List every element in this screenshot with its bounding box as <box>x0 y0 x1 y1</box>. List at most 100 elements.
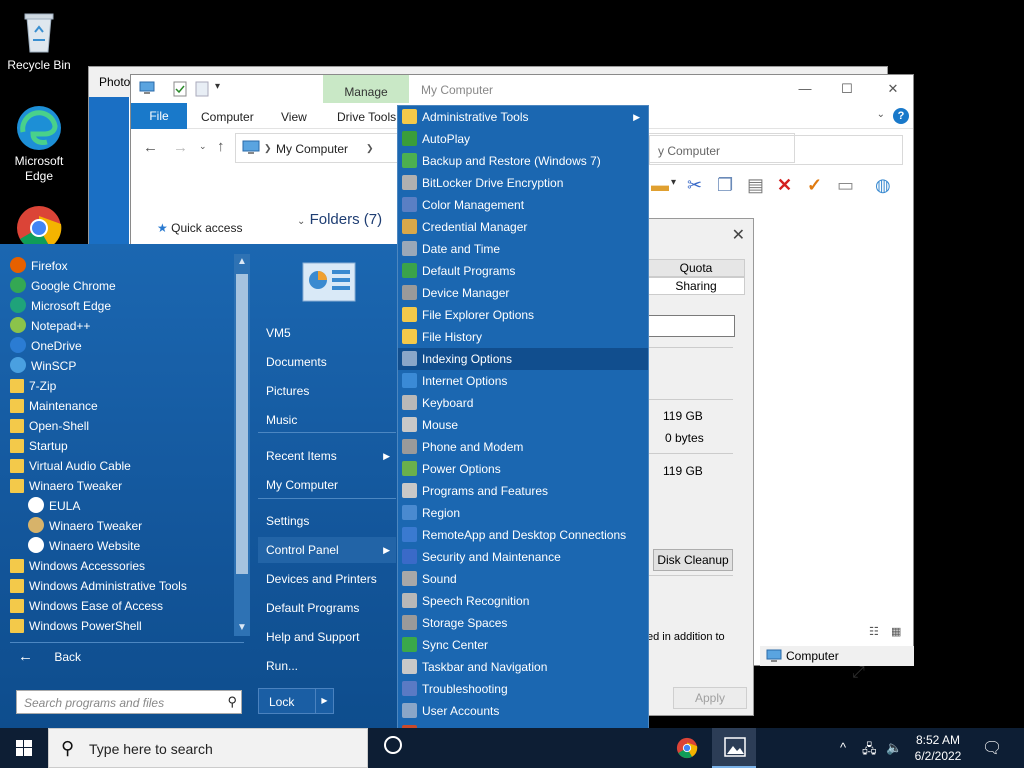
taskbar-search-box[interactable]: ⚲ Type here to search <box>48 728 368 768</box>
dropdown-icon[interactable]: ▾ <box>671 177 676 188</box>
program-item[interactable]: Google Chrome <box>10 276 116 296</box>
resize-icon[interactable]: ⤢ <box>852 664 865 682</box>
minimize-button[interactable]: — <box>795 81 815 97</box>
program-item[interactable]: Microsoft Edge <box>10 296 111 316</box>
desktop-icon-recycle-bin[interactable]: Recycle Bin <box>0 8 78 73</box>
up-arrow-icon[interactable]: ↑ <box>217 138 225 155</box>
start-right-item-music[interactable]: Music <box>258 407 396 433</box>
program-item[interactable]: Windows Ease of Access <box>10 596 163 616</box>
notifications-icon[interactable]: 🗨 <box>982 738 1002 758</box>
program-item[interactable]: Windows Accessories <box>10 556 145 576</box>
program-item[interactable]: Maintenance <box>10 396 98 416</box>
program-item[interactable]: Windows PowerShell <box>10 616 142 636</box>
help-icon[interactable]: ? <box>893 108 909 124</box>
program-list-scrollbar[interactable]: ▲ ▼ <box>234 254 250 636</box>
program-item[interactable]: Winaero Tweaker <box>10 476 122 496</box>
program-item[interactable]: Winaero Website <box>28 536 140 556</box>
tab-quota[interactable]: Quota <box>647 259 745 277</box>
control-panel-item[interactable]: User Accounts <box>398 700 648 722</box>
checkmark-icon[interactable]: ✓ <box>807 175 822 196</box>
control-panel-item[interactable]: Internet Options <box>398 370 648 392</box>
scroll-down-icon[interactable]: ▼ <box>234 620 250 636</box>
control-panel-item[interactable]: Credential Manager <box>398 216 648 238</box>
large-icons-view-icon[interactable]: ▦ <box>891 625 901 638</box>
control-panel-item[interactable]: Region <box>398 502 648 524</box>
program-item[interactable]: WinSCP <box>10 356 76 376</box>
control-panel-item[interactable]: Default Programs <box>398 260 648 282</box>
control-panel-item[interactable]: Keyboard <box>398 392 648 414</box>
tab-file[interactable]: File <box>131 103 187 129</box>
control-panel-item[interactable]: Color Management <box>398 194 648 216</box>
recent-locations-icon[interactable]: ⌄ <box>199 141 207 152</box>
paste-icon[interactable]: ▤ <box>747 175 764 196</box>
quick-access[interactable]: ★ Quick access <box>157 221 242 235</box>
start-right-item-run[interactable]: Run... <box>258 653 396 679</box>
start-right-item-control-panel[interactable]: Control Panel ▶ <box>258 537 396 563</box>
program-item[interactable]: 7-Zip <box>10 376 56 396</box>
details-view-icon[interactable]: ☷ <box>869 625 879 638</box>
close-icon[interactable]: ✕ <box>732 225 745 245</box>
properties-quick-icon[interactable] <box>173 81 187 100</box>
explorer-status-item[interactable]: Computer <box>760 646 914 666</box>
program-item[interactable]: Open-Shell <box>10 416 89 436</box>
power-options-arrow-icon[interactable]: ▶ <box>315 689 333 713</box>
new-folder-quick-icon[interactable] <box>195 81 209 100</box>
control-panel-item[interactable]: Storage Spaces <box>398 612 648 634</box>
forward-arrow-icon[interactable]: → <box>173 139 188 156</box>
show-hidden-icons-icon[interactable]: ^ <box>840 740 846 755</box>
start-right-item-vm5[interactable]: VM5 <box>258 320 396 346</box>
tab-computer[interactable]: Computer <box>201 110 254 124</box>
program-item[interactable]: Winaero Tweaker <box>28 516 142 536</box>
volume-icon[interactable]: 🔈 <box>886 740 902 756</box>
program-item[interactable]: EULA <box>28 496 80 516</box>
vm5-user-picture[interactable] <box>302 262 356 305</box>
folders-header[interactable]: ⌄ Folders (7) <box>297 211 382 228</box>
desktop-icon-edge[interactable]: Microsoft Edge <box>0 104 78 184</box>
start-search-input[interactable]: Search programs and files ⚲ <box>16 690 242 714</box>
back-arrow-icon[interactable]: ← <box>143 139 158 156</box>
copy-icon[interactable]: ❐ <box>717 175 733 196</box>
folder-toolbar-icon[interactable]: ▬ <box>651 175 669 196</box>
explorer-search-input[interactable]: y Computer <box>649 135 903 165</box>
control-panel-item[interactable]: Device Manager <box>398 282 648 304</box>
control-panel-item[interactable]: Date and Time <box>398 238 648 260</box>
control-panel-item[interactable]: Administrative Tools ▶ <box>398 106 648 128</box>
control-panel-item[interactable]: Indexing Options <box>398 348 648 370</box>
start-right-item-recent-items[interactable]: Recent Items ▶ <box>258 443 396 469</box>
start-right-item-settings[interactable]: Settings <box>258 508 396 534</box>
program-item[interactable]: OneDrive <box>10 336 82 356</box>
close-button[interactable]: ✕ <box>883 81 903 97</box>
control-panel-item[interactable]: Mouse <box>398 414 648 436</box>
control-panel-item[interactable]: Backup and Restore (Windows 7) <box>398 150 648 172</box>
lock-button[interactable]: Lock ▶ <box>258 688 334 714</box>
control-panel-item[interactable]: BitLocker Drive Encryption <box>398 172 648 194</box>
control-panel-item[interactable]: File Explorer Options <box>398 304 648 326</box>
start-right-item-my-computer[interactable]: My Computer <box>258 472 396 498</box>
back-button[interactable]: ← Back <box>18 648 81 665</box>
customize-quick-access-icon[interactable]: ▾ <box>215 81 220 92</box>
taskbar-chrome[interactable] <box>664 728 708 768</box>
program-item[interactable]: Startup <box>10 436 68 456</box>
tab-view[interactable]: View <box>281 110 307 124</box>
tab-drive-tools[interactable]: Drive Tools <box>337 110 396 124</box>
rename-icon[interactable]: ▭ <box>837 175 854 196</box>
program-item[interactable]: Firefox <box>10 256 68 276</box>
control-panel-item[interactable]: Troubleshooting <box>398 678 648 700</box>
scrollbar-thumb[interactable] <box>236 274 248 574</box>
taskbar-photos[interactable] <box>712 728 756 768</box>
control-panel-item[interactable]: Security and Maintenance <box>398 546 648 568</box>
delete-icon[interactable]: ✕ <box>777 175 792 196</box>
manage-tab[interactable]: Manage <box>323 75 409 103</box>
apply-button[interactable]: Apply <box>673 687 747 709</box>
start-button[interactable] <box>0 728 48 768</box>
control-panel-item[interactable]: AutoPlay <box>398 128 648 150</box>
start-right-item-default-programs[interactable]: Default Programs <box>258 595 396 621</box>
control-panel-item[interactable]: Programs and Features <box>398 480 648 502</box>
cut-icon[interactable]: ✂ <box>687 175 702 196</box>
start-right-item-devices-and-printers[interactable]: Devices and Printers <box>258 566 396 592</box>
program-item[interactable]: Windows Administrative Tools <box>10 576 187 596</box>
network-icon[interactable]: ◍ <box>875 175 891 196</box>
program-item[interactable]: Virtual Audio Cable <box>10 456 131 476</box>
scroll-up-icon[interactable]: ▲ <box>234 254 250 270</box>
control-panel-item[interactable]: Sync Center <box>398 634 648 656</box>
